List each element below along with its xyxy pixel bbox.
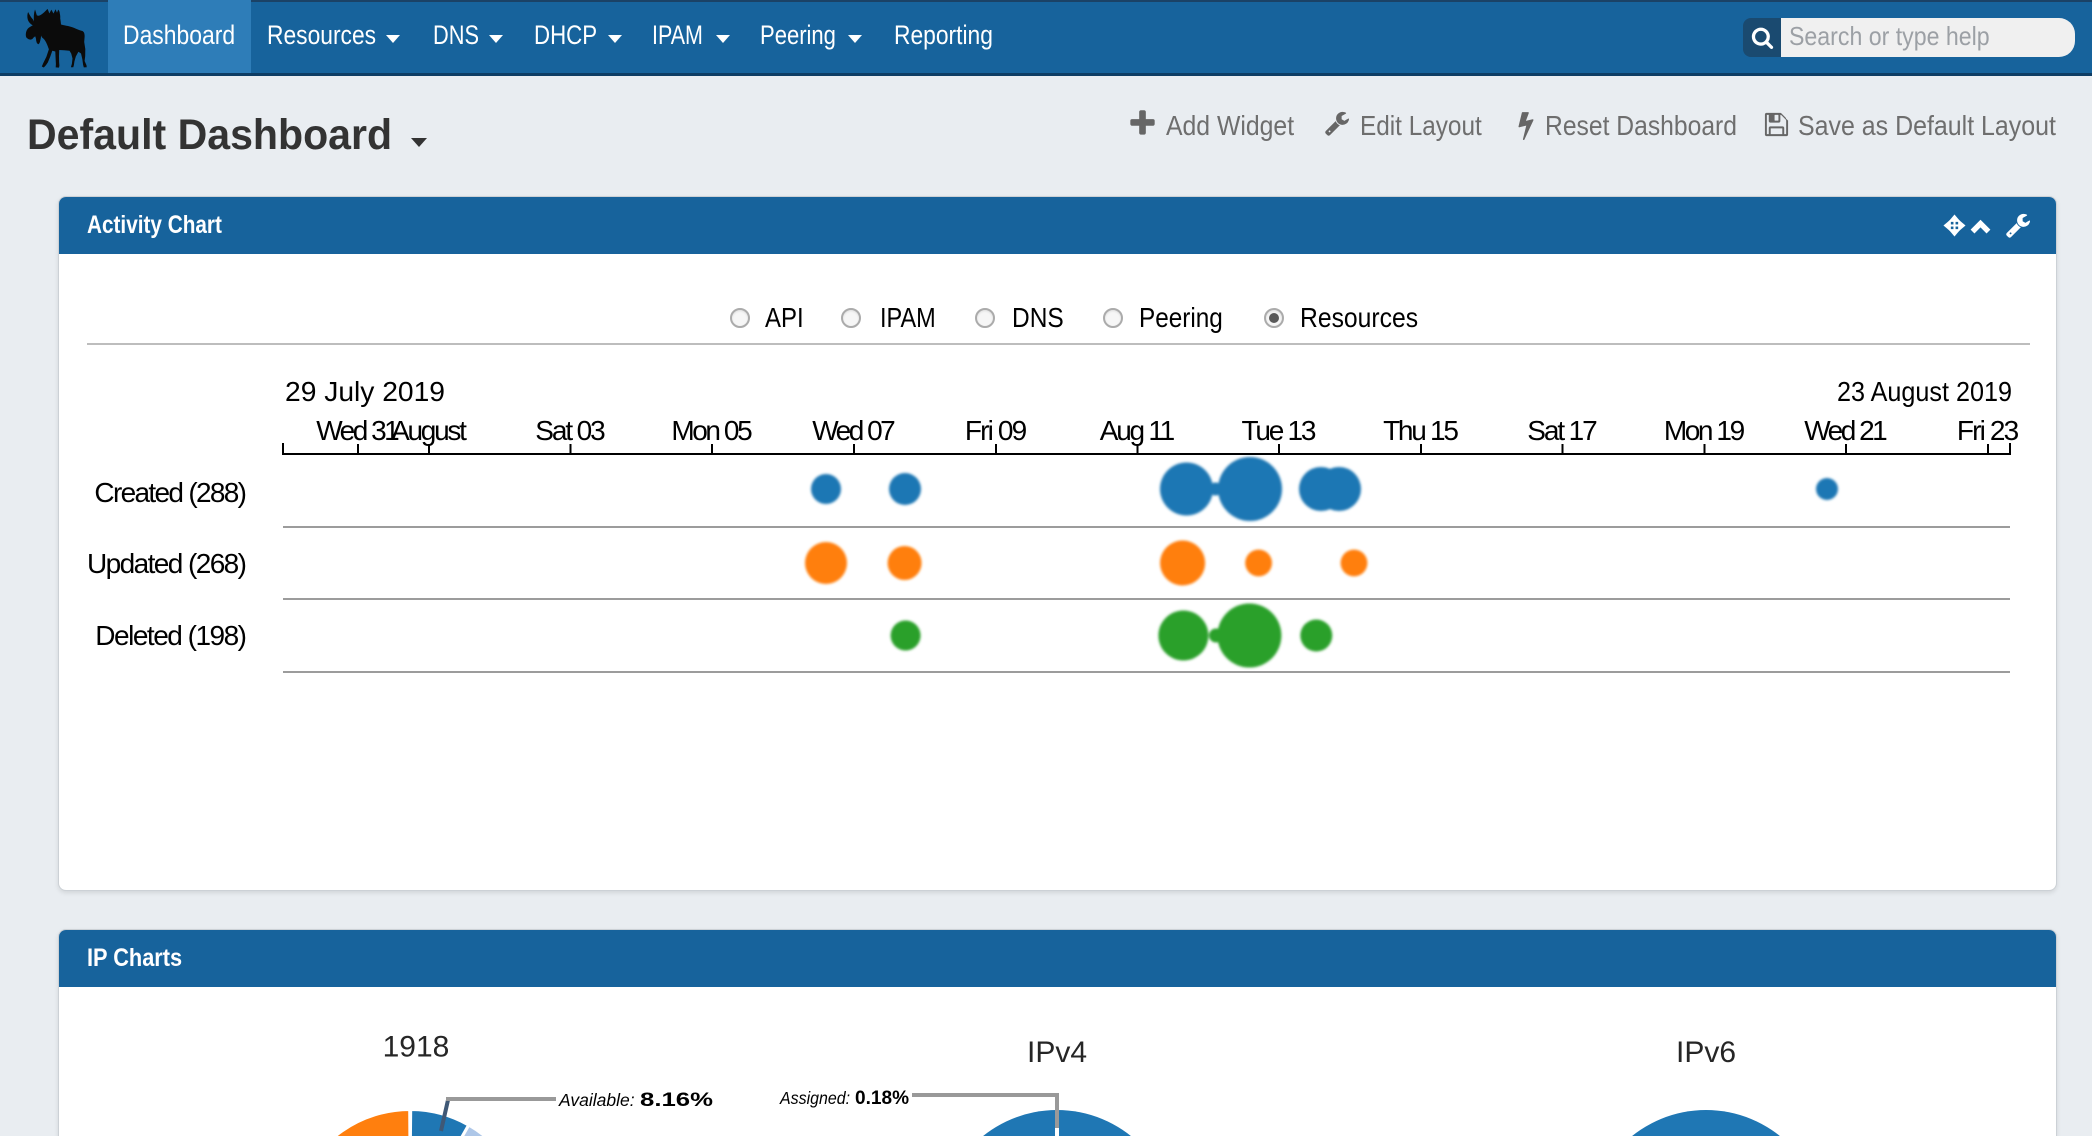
svg-text:Wed 31: Wed 31 (316, 415, 400, 446)
svg-text:Thu 15: Thu 15 (1383, 415, 1459, 446)
svg-text:23 August 2019: 23 August 2019 (1837, 376, 2012, 407)
svg-text:IPv4: IPv4 (1027, 1036, 1087, 1069)
svg-text:Assigned:: Assigned: (779, 1088, 850, 1108)
svg-text:Mon 05: Mon 05 (671, 415, 752, 446)
svg-text:Mon 19: Mon 19 (1664, 415, 1745, 446)
svg-text:IPv6: IPv6 (1676, 1036, 1736, 1069)
svg-text:Fri 09: Fri 09 (965, 415, 1027, 446)
svg-text:August: August (391, 415, 467, 446)
svg-text:Created (288): Created (288) (94, 477, 247, 508)
svg-text:Aug 11: Aug 11 (1100, 415, 1175, 446)
svg-text:Tue 13: Tue 13 (1242, 415, 1317, 446)
svg-text:1918: 1918 (383, 1031, 450, 1064)
svg-text:Available:: Available: (558, 1090, 635, 1110)
svg-text:8.16%: 8.16% (640, 1090, 713, 1111)
svg-text:Updated (268): Updated (268) (87, 548, 247, 579)
svg-text:29 July 2019: 29 July 2019 (285, 376, 445, 407)
svg-text:0.18%: 0.18% (855, 1088, 909, 1109)
svg-text:Wed 21: Wed 21 (1804, 415, 1888, 446)
svg-text:Sat 03: Sat 03 (535, 415, 605, 446)
svg-text:Sat 17: Sat 17 (1527, 415, 1597, 446)
svg-text:Deleted (198): Deleted (198) (95, 620, 247, 651)
svg-text:Wed 07: Wed 07 (812, 415, 896, 446)
svg-text:Fri 23: Fri 23 (1957, 415, 2019, 446)
